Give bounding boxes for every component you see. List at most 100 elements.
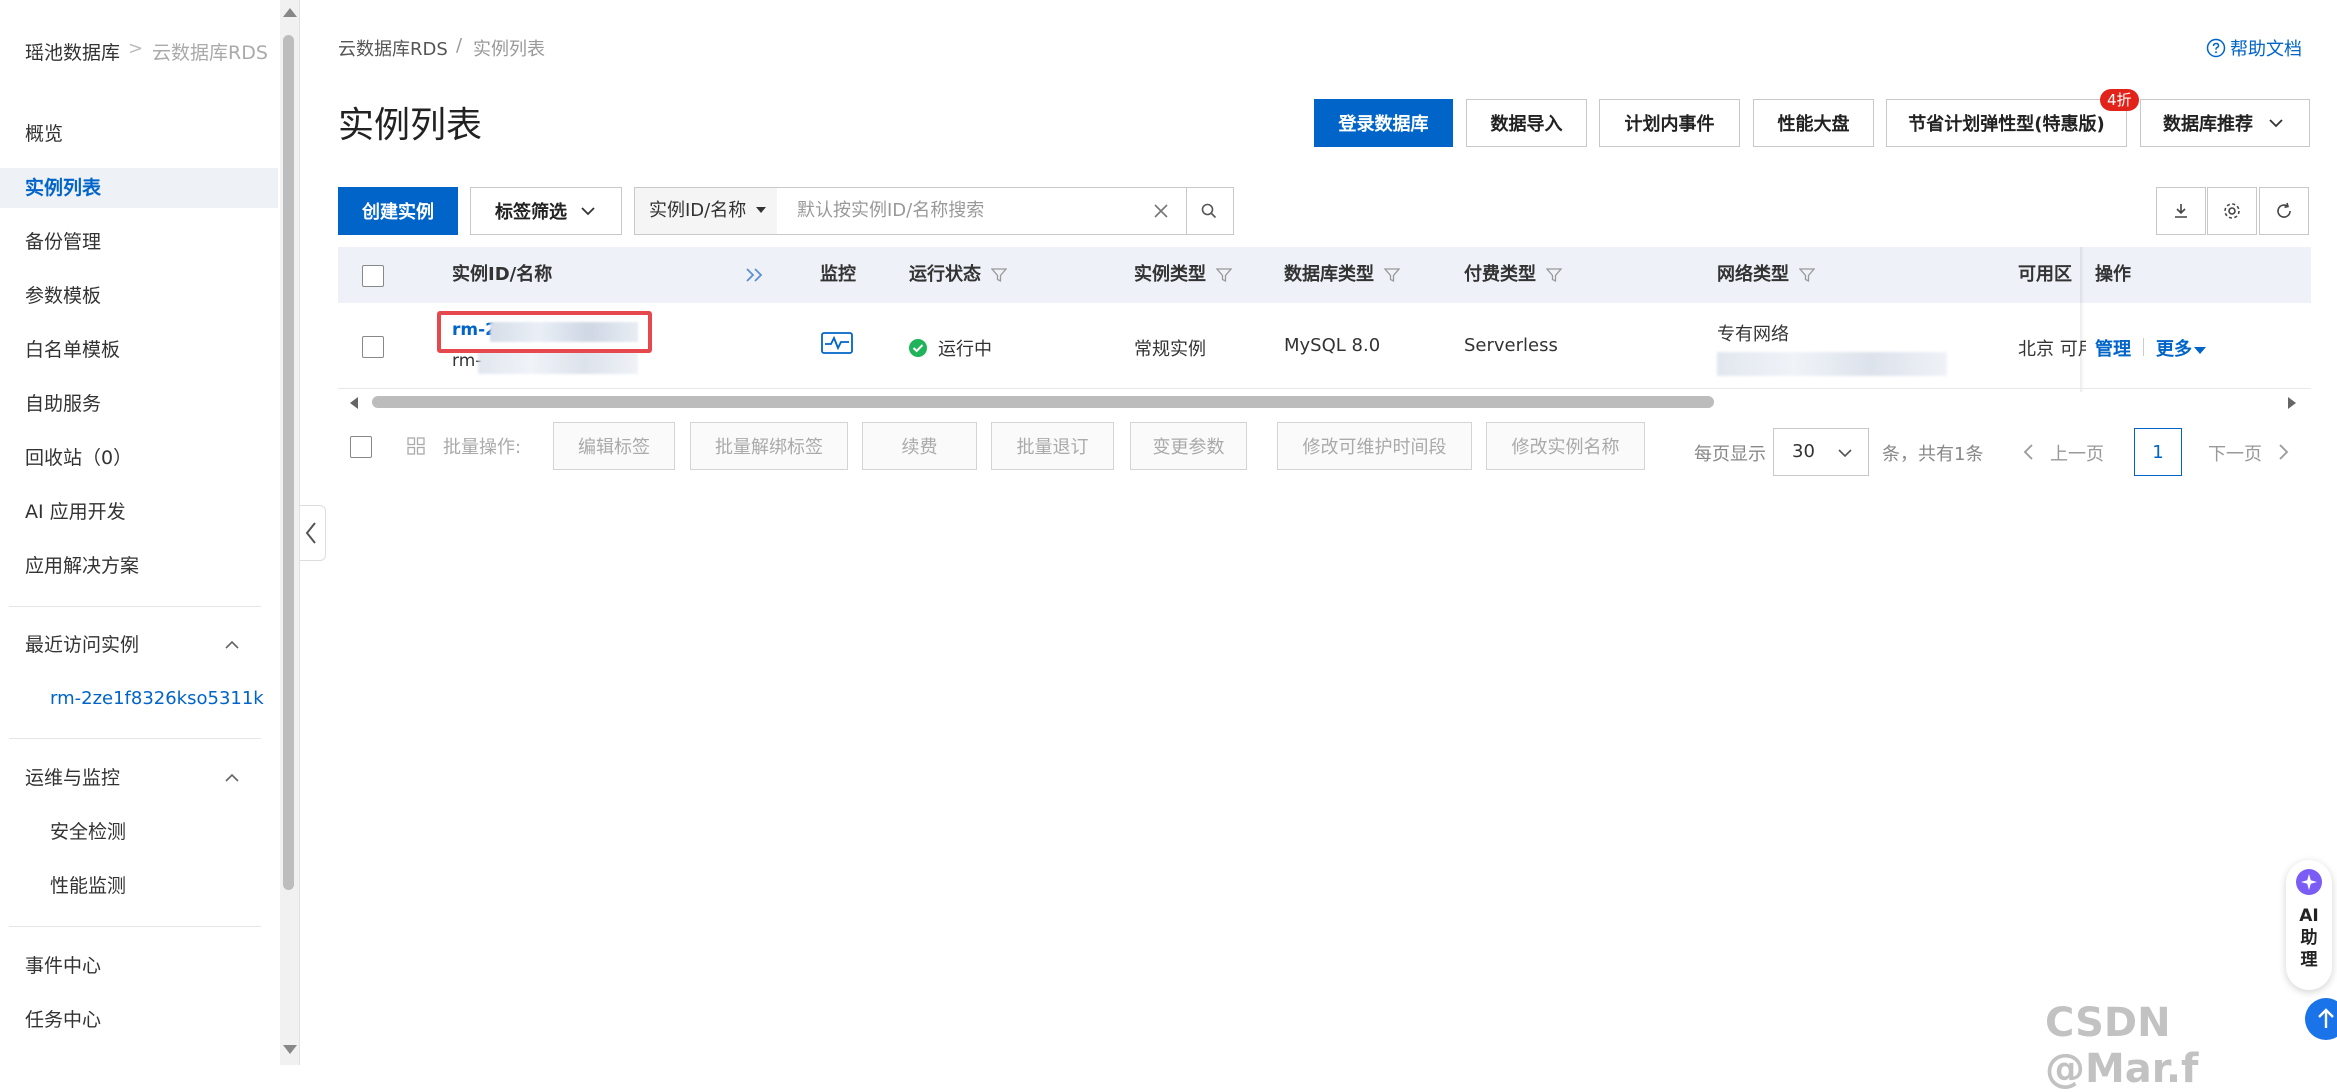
current-page[interactable]: 1 (2134, 428, 2182, 476)
instance-pay-type: Serverless (1464, 335, 1558, 356)
column-header-network: 网络类型 (1717, 247, 1815, 303)
next-page-button[interactable]: 下一页 (2208, 440, 2262, 466)
sidebar: 瑶池数据库 > 云数据库RDS 概览 实例列表 备份管理 参数模板 白名单模板 … (0, 0, 282, 1065)
scroll-left-arrow-icon[interactable] (348, 396, 360, 410)
perf-dashboard-button[interactable]: 性能大盘 (1753, 99, 1874, 147)
select-all-checkbox[interactable] (362, 265, 384, 287)
filter-icon[interactable] (1799, 267, 1815, 283)
edit-tags-button[interactable]: 编辑标签 (553, 422, 675, 470)
sidebar-item-solutions[interactable]: 应用解决方案 (25, 546, 139, 586)
column-header-pay: 付费类型 (1464, 247, 1562, 303)
create-instance-button[interactable]: 创建实例 (338, 187, 458, 235)
download-icon (2175, 204, 2187, 218)
filter-icon[interactable] (1384, 267, 1400, 283)
sidebar-product[interactable]: 云数据库RDS (152, 38, 268, 65)
column-header-monitor: 监控 (820, 264, 856, 285)
page-title: 实例列表 (338, 105, 483, 146)
filter-icon[interactable] (991, 267, 1007, 283)
column-header-engine-label: 数据库类型 (1284, 264, 1374, 285)
more-actions-dropdown[interactable]: 更多 (2156, 335, 2206, 361)
redacted-instance-name (478, 352, 638, 374)
savings-plan-button[interactable]: 节省计划弹性型(特惠版) (1886, 99, 2127, 147)
sidebar-brand[interactable]: 瑶池数据库 (25, 38, 120, 65)
fixed-column-shadow (2080, 247, 2084, 392)
redacted-vpc-id (1717, 352, 1947, 376)
maint-window-button[interactable]: 修改可维护时间段 (1277, 422, 1472, 470)
caret-down-icon (755, 207, 766, 213)
instance-network: 专有网络 (1717, 324, 1789, 345)
search-input[interactable]: 默认按实例ID/名称搜索 (797, 188, 984, 234)
sidebar-item-self-service[interactable]: 自助服务 (25, 384, 101, 424)
instance-status: 运行中 (938, 339, 992, 360)
filter-icon[interactable] (1216, 267, 1232, 283)
prev-page-button[interactable]: 上一页 (2050, 440, 2104, 466)
db-recommend-dropdown[interactable]: 数据库推荐 (2140, 99, 2310, 147)
sidebar-item-events[interactable]: 事件中心 (25, 946, 101, 986)
search-box: 实例ID/名称 默认按实例ID/名称搜索 (634, 187, 1234, 235)
data-import-button[interactable]: 数据导入 (1466, 99, 1587, 147)
chevron-left-icon[interactable] (2022, 443, 2036, 461)
sidebar-item-param-templates[interactable]: 参数模板 (25, 276, 101, 316)
batch-select-checkbox[interactable] (350, 436, 372, 458)
sidebar-item-tasks[interactable]: 任务中心 (25, 1000, 101, 1040)
instance-id-highlight (437, 311, 652, 353)
tag-filter-dropdown[interactable]: 标签筛选 (470, 187, 622, 235)
batch-refund-button[interactable]: 批量退订 (991, 422, 1114, 470)
ai-sparkle-icon (2296, 869, 2322, 895)
sidebar-recent-title[interactable]: 最近访问实例 (25, 625, 139, 665)
sidebar-ops-title[interactable]: 运维与监控 (25, 758, 120, 798)
sidebar-item-ai-dev[interactable]: AI 应用开发 (25, 492, 126, 532)
row-checkbox[interactable] (362, 336, 384, 358)
login-database-button[interactable]: 登录数据库 (1314, 99, 1453, 147)
scroll-down-arrow-icon[interactable] (283, 1045, 297, 1054)
filter-icon[interactable] (1546, 267, 1562, 283)
more-actions-label: 更多 (2156, 339, 2192, 360)
refresh-button[interactable] (2259, 187, 2309, 235)
sidebar-collapse-button[interactable] (300, 505, 326, 561)
export-button[interactable] (2156, 187, 2206, 235)
sidebar-item-instances[interactable]: 实例列表 (0, 168, 278, 208)
chevron-up-icon[interactable] (224, 637, 240, 653)
column-header-status-label: 运行状态 (909, 264, 981, 285)
column-settings-button[interactable] (2207, 187, 2257, 235)
scroll-up-arrow-icon[interactable] (283, 8, 297, 17)
instance-type: 常规实例 (1134, 339, 1206, 360)
double-chevron-right-icon[interactable] (744, 265, 766, 285)
sidebar-recent-instance[interactable]: rm-2ze1f8326kso5311k (50, 688, 264, 709)
rename-instance-button[interactable]: 修改实例名称 (1486, 422, 1645, 470)
sidebar-item-overview[interactable]: 概览 (25, 114, 63, 154)
search-icon[interactable] (1200, 202, 1218, 220)
clear-icon[interactable] (1152, 202, 1170, 220)
watermark: CSDN @Mar.f (2045, 1000, 2199, 1092)
sidebar-item-backup[interactable]: 备份管理 (25, 222, 101, 262)
sidebar-item-security-check[interactable]: 安全检测 (50, 812, 126, 852)
sidebar-scroll-thumb[interactable] (283, 35, 294, 890)
help-docs-link[interactable]: 帮助文档 (2206, 35, 2302, 61)
chevron-up-icon[interactable] (224, 770, 240, 786)
column-header-status: 运行状态 (909, 247, 1007, 303)
tag-filter-label: 标签筛选 (495, 202, 567, 223)
change-params-button[interactable]: 变更参数 (1130, 422, 1247, 470)
sidebar-item-perf-monitor[interactable]: 性能监测 (50, 866, 126, 906)
help-docs-label: 帮助文档 (2230, 39, 2302, 60)
ops-divider (2143, 338, 2144, 356)
search-field-select[interactable]: 实例ID/名称 (635, 188, 777, 234)
per-page-select[interactable]: 30 (1773, 428, 1869, 476)
planned-events-button[interactable]: 计划内事件 (1599, 99, 1740, 147)
unbind-tags-button[interactable]: 批量解绑标签 (690, 422, 848, 470)
manage-link[interactable]: 管理 (2095, 335, 2131, 361)
breadcrumb-separator: / (456, 35, 463, 56)
chevron-right-icon[interactable] (2276, 443, 2290, 461)
table-horizontal-scroll-thumb[interactable] (372, 396, 1714, 408)
sidebar-item-whitelist[interactable]: 白名单模板 (25, 330, 120, 370)
row-divider (338, 388, 2311, 389)
grid-icon (407, 437, 425, 455)
column-header-engine: 数据库类型 (1284, 247, 1400, 303)
sidebar-item-recycle-bin[interactable]: 回收站（0） (25, 438, 132, 478)
scroll-right-arrow-icon[interactable] (2286, 396, 2298, 410)
breadcrumb-root[interactable]: 云数据库RDS (338, 35, 448, 61)
renew-button[interactable]: 续费 (862, 422, 977, 470)
monitor-chart-icon[interactable] (821, 332, 853, 356)
sidebar-divider (9, 738, 261, 739)
column-header-zone: 可用区 (2018, 264, 2072, 285)
